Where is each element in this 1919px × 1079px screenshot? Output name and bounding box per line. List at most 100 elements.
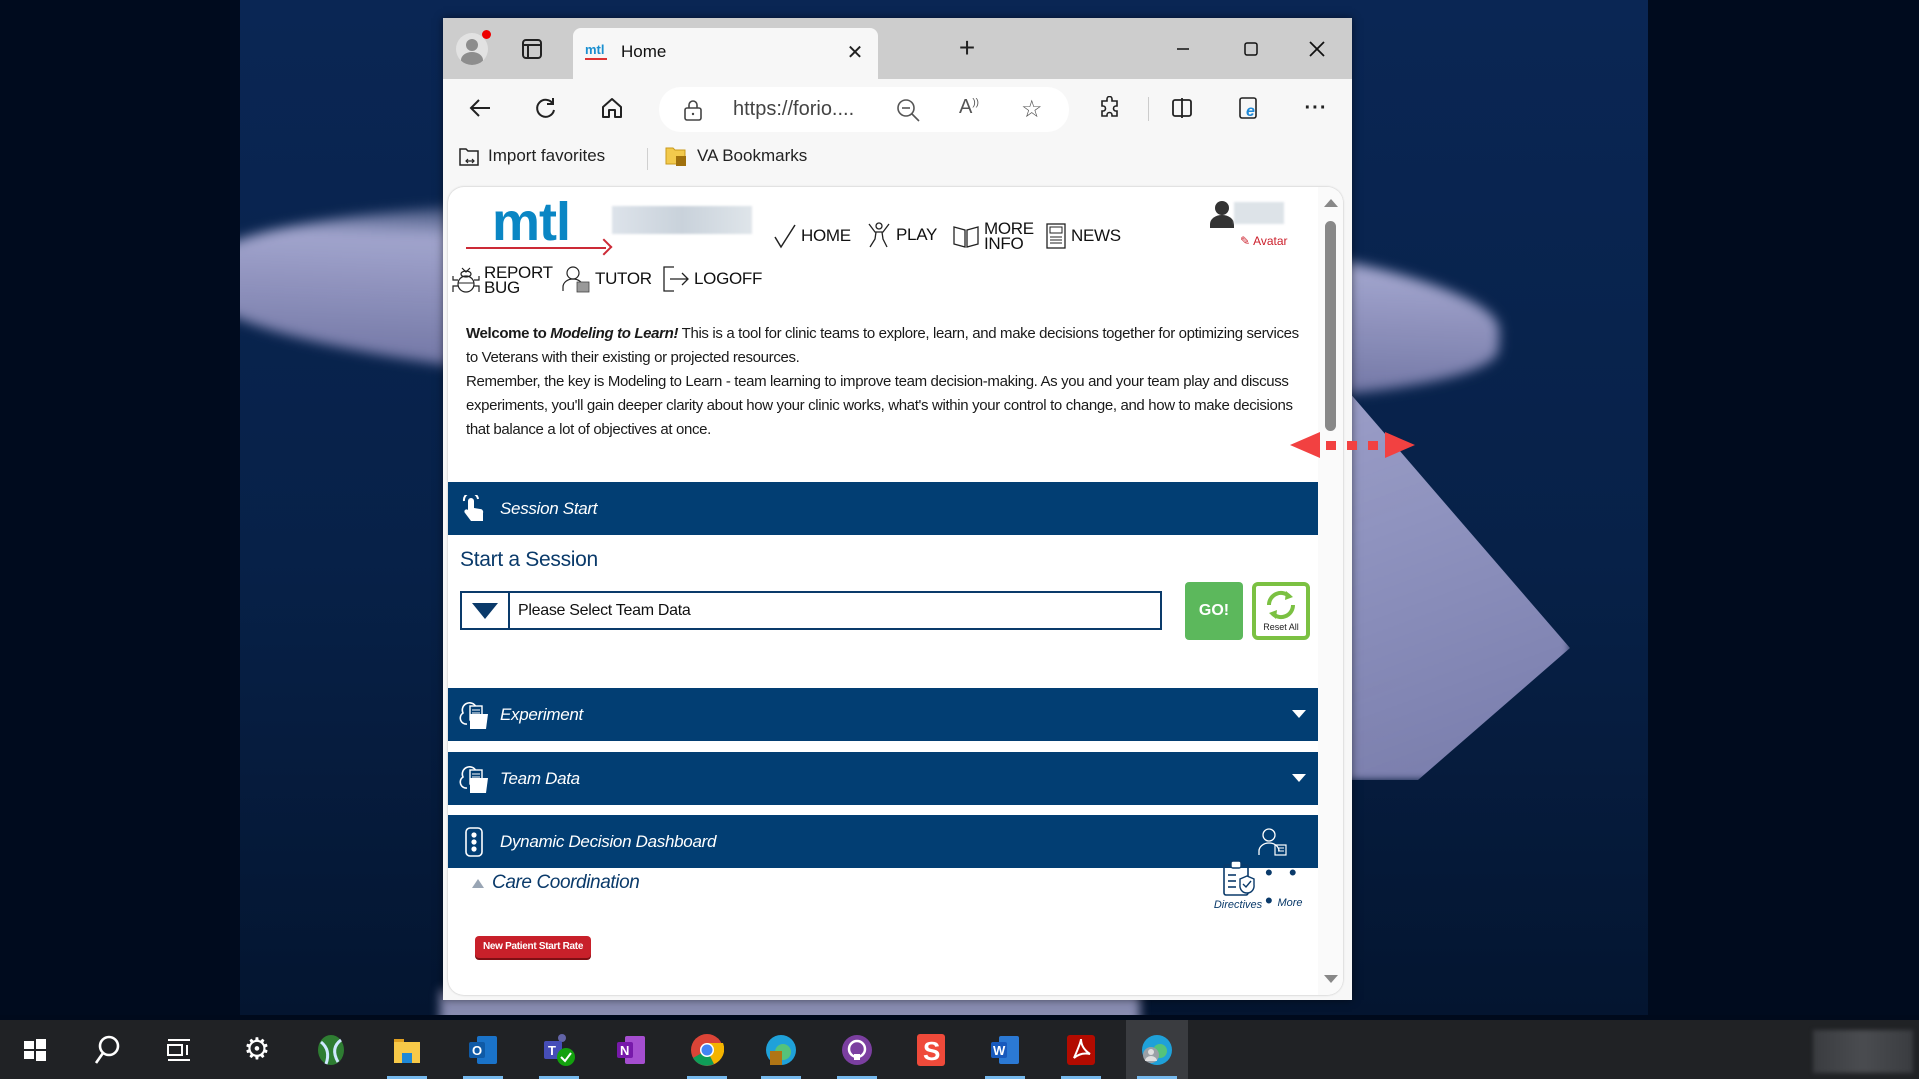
nav-tutor[interactable]: TUTOR <box>561 265 652 293</box>
ie-mode-button[interactable]: e <box>1233 91 1267 125</box>
new-patient-start-rate-badge[interactable]: New Patient Start Rate <box>475 936 592 958</box>
reset-all-button[interactable]: Reset All <box>1252 582 1310 640</box>
new-tab-button[interactable]: + <box>951 32 983 64</box>
taskbar-settings[interactable]: ⚙ <box>226 1020 288 1079</box>
taskbar-start[interactable] <box>4 1020 66 1079</box>
taskbar-outlook[interactable]: O <box>452 1020 514 1079</box>
nav-news[interactable]: NEWS <box>1045 222 1121 250</box>
checkmark-icon <box>774 224 796 249</box>
extensions-button[interactable] <box>1093 91 1127 125</box>
scrollbar-thumb[interactable] <box>1325 221 1336 431</box>
word-icon: W <box>991 1035 1019 1064</box>
taskbar-network-app[interactable] <box>300 1020 362 1079</box>
globe-app-icon <box>318 1034 344 1065</box>
tab-close-icon[interactable]: ✕ <box>844 40 866 64</box>
more-label: More <box>1277 897 1303 909</box>
nav-tutor-label: TUTOR <box>595 269 652 288</box>
back-button[interactable] <box>463 91 497 125</box>
lock-icon[interactable] <box>683 99 703 121</box>
team-data-select[interactable]: Please Select Team Data <box>460 591 1162 630</box>
tab-actions-button[interactable] <box>517 34 547 64</box>
mtl-logo[interactable]: mtl <box>466 192 616 257</box>
github-icon <box>842 1034 872 1065</box>
window-close-button[interactable] <box>1297 32 1337 66</box>
minimize-button[interactable] <box>1163 32 1203 66</box>
taskbar-acrobat[interactable] <box>1050 1020 1112 1079</box>
url-text[interactable]: https://forio.... <box>733 98 854 121</box>
maximize-icon <box>1244 42 1258 56</box>
split-screen-icon <box>1172 98 1192 118</box>
taskbar-word[interactable]: W <box>974 1020 1036 1079</box>
more-button[interactable]: • • • More <box>1265 859 1315 913</box>
split-screen-button[interactable] <box>1165 91 1199 125</box>
pencil-icon: ✎ <box>1240 234 1251 248</box>
user-avatar-icon[interactable] <box>1210 200 1234 228</box>
svg-text:S: S <box>923 1036 940 1066</box>
address-bar[interactable]: https://forio.... A)) ☆ <box>659 87 1069 132</box>
dropdown-toggle[interactable] <box>462 593 510 628</box>
tutor-presenter-icon[interactable] <box>1258 827 1288 862</box>
taskbar-search[interactable] <box>76 1020 138 1079</box>
welcome-line2: Remember, the key is Modeling to Learn -… <box>466 373 1293 438</box>
chevron-down-icon[interactable] <box>1292 710 1306 718</box>
favorite-star-icon[interactable]: ☆ <box>1021 95 1043 124</box>
taskbar-edge-profile[interactable] <box>1126 1020 1188 1079</box>
read-aloud-icon[interactable]: A)) <box>959 96 979 119</box>
bookmark-divider <box>647 148 648 170</box>
go-button[interactable]: GO! <box>1185 582 1243 640</box>
redacted-system-tray <box>1813 1030 1913 1073</box>
panel-label: Dynamic Decision Dashboard <box>500 831 717 851</box>
traffic-light-icon <box>458 826 490 858</box>
nav-more-info-label: MORE INFO <box>984 219 1034 253</box>
panel-experiment-header[interactable]: Experiment <box>448 688 1318 741</box>
refresh-button[interactable] <box>529 91 563 125</box>
taskbar-snagit[interactable]: S <box>900 1020 962 1079</box>
taskbar-edge-dev[interactable] <box>750 1020 812 1079</box>
ie-mode-icon: e <box>1239 97 1257 120</box>
tab-bar: mtl Home ✕ + <box>443 18 1352 79</box>
taskbar-onenote[interactable]: N <box>600 1020 662 1079</box>
bookmark-import-favorites[interactable]: Import favorites <box>458 145 605 167</box>
chevron-down-icon[interactable] <box>1292 774 1306 782</box>
svg-text:N: N <box>620 1043 629 1058</box>
taskbar-task-view[interactable] <box>148 1020 210 1079</box>
panel-session-start-header[interactable]: Session Start <box>448 482 1318 535</box>
care-coordination-toggle[interactable]: Care Coordination <box>472 872 640 894</box>
welcome-text: Welcome to Modeling to Learn! This is a … <box>466 322 1306 442</box>
bookmark-va-bookmarks[interactable]: VA Bookmarks <box>665 145 807 167</box>
taskbar-chrome[interactable] <box>676 1020 738 1079</box>
settings-more-button[interactable]: ··· <box>1299 91 1333 125</box>
tab-home[interactable]: mtl Home ✕ <box>573 28 878 79</box>
nav-logoff-label: LOGOFF <box>694 269 763 288</box>
panel-team-data-header[interactable]: Team Data <box>448 752 1318 805</box>
nav-play[interactable]: PLAY <box>866 221 937 249</box>
refresh-arrows-icon <box>1266 590 1296 620</box>
home-button[interactable] <box>595 91 629 125</box>
nav-more-info[interactable]: MORE INFO <box>952 219 1034 253</box>
logo-arrow-icon <box>466 247 606 249</box>
scroll-down-arrow-icon[interactable] <box>1324 975 1338 983</box>
triangle-up-icon <box>472 878 484 888</box>
zoom-out-icon[interactable] <box>895 97 921 123</box>
svg-text:W: W <box>993 1043 1006 1058</box>
directives-button[interactable]: Directives <box>1208 859 1268 911</box>
nav-home-label: HOME <box>801 226 851 245</box>
avatar-edit-link[interactable]: ✎ Avatar <box>1240 234 1288 248</box>
scroll-up-arrow-icon[interactable] <box>1324 199 1338 207</box>
teams-icon: T <box>544 1033 575 1066</box>
nav-logoff[interactable]: LOGOFF <box>662 265 762 293</box>
profile-button[interactable] <box>455 30 491 66</box>
refresh-icon <box>536 98 555 118</box>
taskbar-file-explorer[interactable] <box>376 1020 438 1079</box>
maximize-button[interactable] <box>1231 32 1271 66</box>
care-coordination-title: Care Coordination <box>492 872 640 893</box>
taskbar-teams[interactable]: T <box>528 1020 590 1079</box>
team-data-select-value: Please Select Team Data <box>518 602 691 619</box>
nav-report-bug[interactable]: REPORT BUG <box>452 264 553 296</box>
panel-dashboard-header[interactable]: Dynamic Decision Dashboard <box>448 815 1318 868</box>
nav-home[interactable]: HOME <box>773 223 851 249</box>
newspaper-icon <box>1046 223 1066 249</box>
tab-title: Home <box>621 42 667 61</box>
taskbar-github-desktop[interactable] <box>826 1020 888 1079</box>
page-scrollbar[interactable] <box>1318 187 1343 995</box>
